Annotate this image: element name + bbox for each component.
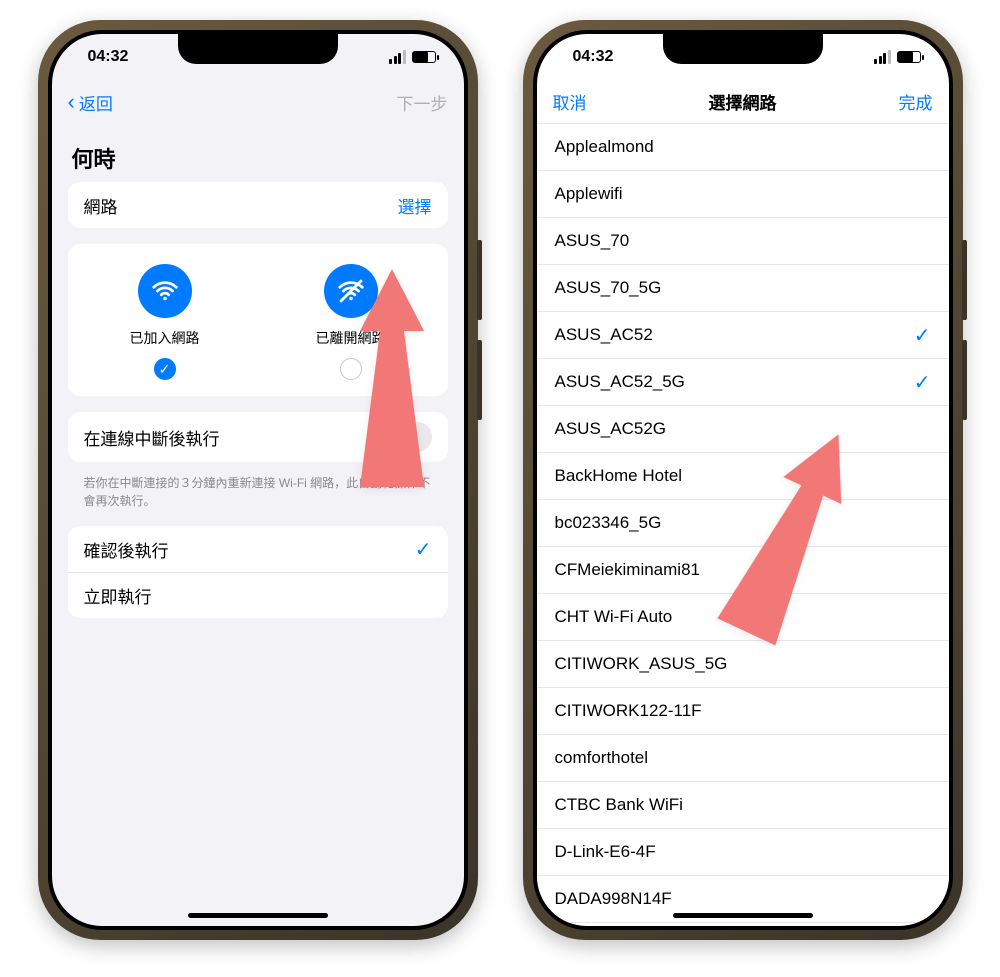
nav-done-button[interactable]: 完成	[863, 89, 933, 114]
choice-left-label: 已離開網路	[316, 328, 386, 348]
network-row[interactable]: 網路 選擇	[68, 182, 448, 228]
network-list[interactable]: Applealmond Applewifi ASUS_70 ASUS_70_5G ASU…	[537, 124, 949, 923]
choice-joined-radio[interactable]: ✓	[154, 358, 176, 380]
network-row[interactable]: Applealmond	[537, 124, 949, 171]
network-row[interactable]: ASUS_AC52G	[537, 406, 949, 453]
chevron-back-icon: ‹	[68, 91, 75, 113]
choice-joined[interactable]: 已加入網路 ✓	[76, 264, 254, 380]
network-name: ASUS_70_5G	[555, 278, 662, 298]
nav-back-label: 返回	[79, 90, 113, 115]
network-name: ASUS_AC52	[555, 325, 653, 345]
cellular-signal-icon	[389, 50, 406, 64]
network-row[interactable]: comforthotel	[537, 735, 949, 782]
network-name: CFMeiekiminami81	[555, 560, 700, 580]
network-row[interactable]: bc023346_5G	[537, 500, 949, 547]
network-name: ASUS_AC52G	[555, 419, 667, 439]
network-name: CITIWORK_ASUS_5G	[555, 654, 728, 674]
run-after-disconnect-switch[interactable]	[382, 422, 432, 452]
network-name: comforthotel	[555, 748, 649, 768]
network-row-label: 網路	[84, 193, 118, 218]
network-row[interactable]: BackHome Hotel	[537, 453, 949, 500]
nav-next-label: 下一步	[397, 90, 448, 115]
network-choose-link[interactable]: 選擇	[398, 193, 432, 218]
network-row[interactable]: CFMeiekiminami81	[537, 547, 949, 594]
network-name: CITIWORK122-11F	[555, 701, 702, 721]
network-row[interactable]: CITIWORK122-11F	[537, 688, 949, 735]
notch	[663, 34, 823, 64]
status-time: 04:32	[88, 48, 129, 66]
section-title: 何時	[68, 124, 448, 182]
network-name: D-Link-E6-4F	[555, 842, 656, 862]
network-name: BackHome Hotel	[555, 466, 683, 486]
battery-icon	[897, 51, 921, 63]
home-indicator[interactable]	[673, 913, 813, 918]
network-name: DADA998N14F	[555, 889, 672, 909]
network-name: Applealmond	[555, 137, 654, 157]
nav-title: 選擇網路	[709, 89, 777, 114]
checkmark-icon: ✓	[914, 370, 931, 395]
cellular-signal-icon	[874, 50, 891, 64]
nav-next-button[interactable]: 下一步	[378, 90, 448, 115]
run-after-disconnect-row[interactable]: 在連線中斷後執行	[68, 412, 448, 462]
checkmark-icon: ✓	[914, 323, 931, 348]
network-name: bc023346_5G	[555, 513, 662, 533]
nav-bar: ‹ 返回 下一步	[52, 80, 464, 124]
run-after-disconnect-help: 若你在中斷連接的３分鐘內重新連接 Wi-Fi 網路，此自動化操作不會再次執行。	[68, 466, 448, 510]
choice-left[interactable]: 已離開網路	[262, 264, 440, 380]
network-row[interactable]: CTBC Bank WiFi	[537, 782, 949, 829]
exec-confirm-label: 確認後執行	[84, 537, 169, 562]
left-phone: 04:32 ‹ 返回 下一步 何時	[38, 20, 478, 940]
network-row[interactable]: Applewifi	[537, 171, 949, 218]
network-name: CTBC Bank WiFi	[555, 795, 683, 815]
network-name: CHT Wi-Fi Auto	[555, 607, 673, 627]
status-time: 04:32	[573, 48, 614, 66]
network-row[interactable]: ASUS_AC52 ✓	[537, 312, 949, 359]
exec-confirm-row[interactable]: 確認後執行 ✓	[68, 526, 448, 572]
choice-joined-label: 已加入網路	[130, 328, 200, 348]
wifi-icon	[138, 264, 192, 318]
nav-cancel-label: 取消	[553, 89, 587, 114]
battery-icon	[412, 51, 436, 63]
right-phone: 04:32 取消 選擇網路 完成 Applealmond Applewifi ASU…	[523, 20, 963, 940]
network-row[interactable]: ASUS_AC52_5G ✓	[537, 359, 949, 406]
network-row[interactable]: ASUS_70	[537, 218, 949, 265]
notch	[178, 34, 338, 64]
checkmark-icon: ✓	[415, 537, 432, 562]
home-indicator[interactable]	[188, 913, 328, 918]
network-name: ASUS_AC52_5G	[555, 372, 685, 392]
network-row[interactable]: ASUS_70_5G	[537, 265, 949, 312]
nav-done-label: 完成	[899, 89, 933, 114]
nav-back-button[interactable]: ‹ 返回	[68, 90, 138, 115]
network-name: ASUS_70	[555, 231, 630, 251]
nav-cancel-button[interactable]: 取消	[553, 89, 623, 114]
run-after-disconnect-label: 在連線中斷後執行	[84, 425, 220, 450]
network-mode-card: 已加入網路 ✓ 已離開網路	[68, 244, 448, 396]
network-row[interactable]: CITIWORK_ASUS_5G	[537, 641, 949, 688]
nav-bar: 取消 選擇網路 完成	[537, 80, 949, 124]
network-name: Applewifi	[555, 184, 623, 204]
exec-immediate-row[interactable]: 立即執行	[68, 572, 448, 618]
exec-immediate-label: 立即執行	[84, 583, 152, 608]
network-row[interactable]: D-Link-E6-4F	[537, 829, 949, 876]
network-row[interactable]: CHT Wi-Fi Auto	[537, 594, 949, 641]
wifi-off-icon	[324, 264, 378, 318]
choice-left-radio[interactable]	[340, 358, 362, 380]
